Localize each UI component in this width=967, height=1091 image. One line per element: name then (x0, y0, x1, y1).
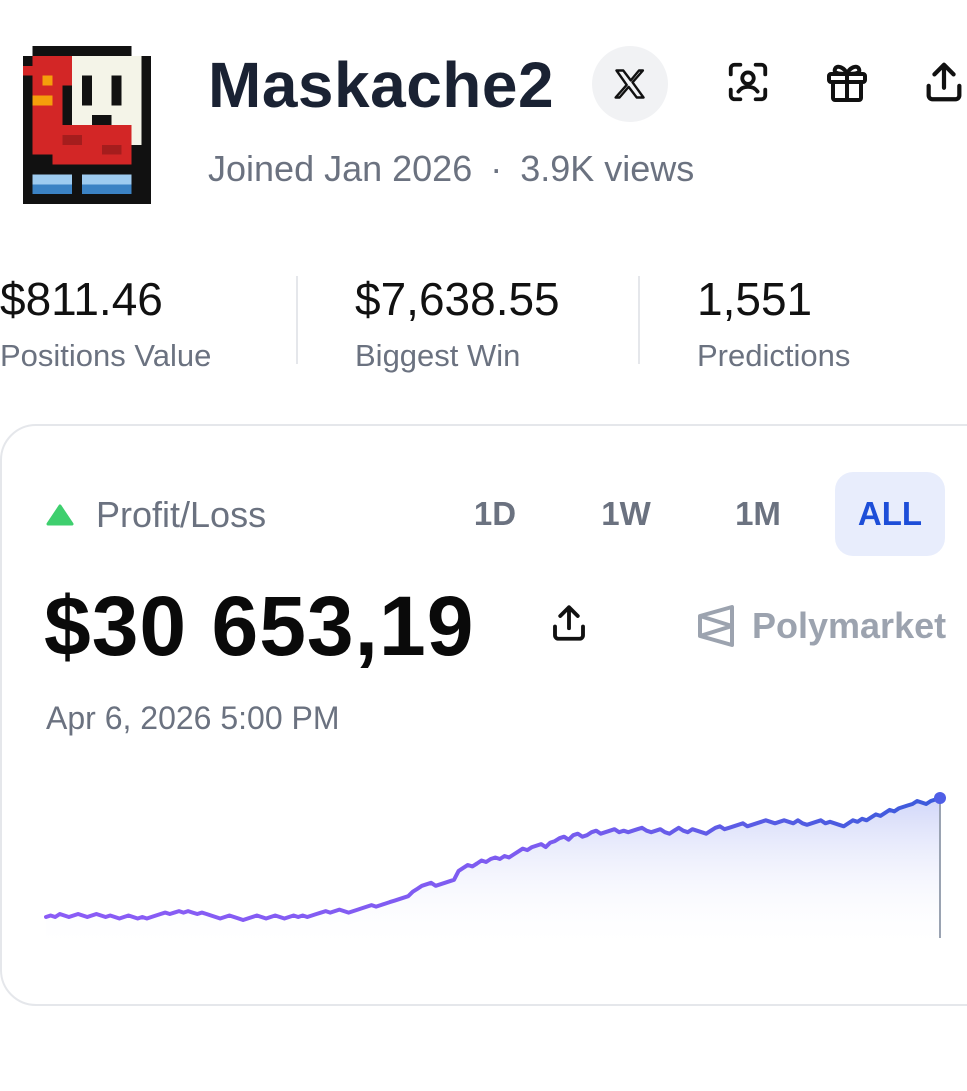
meta-separator: · (490, 148, 503, 189)
stat-biggest-win: $7,638.55 Biggest Win (355, 272, 560, 374)
polymarket-logo-icon (698, 605, 734, 647)
scan-profile-button[interactable] (722, 56, 774, 108)
username: Maskache2 (208, 49, 555, 121)
stat-value: $811.46 (0, 273, 163, 325)
stat-divider (638, 276, 640, 364)
gift-icon (827, 64, 867, 102)
chart-end-point (934, 792, 946, 804)
range-tab-all[interactable]: ALL (835, 472, 945, 556)
stat-divider (296, 276, 298, 364)
pnl-timestamp: Apr 6, 2026 5:00 PM (46, 700, 340, 736)
stat-label: Biggest Win (355, 338, 521, 373)
share-icon (926, 62, 962, 102)
trend-up-icon (46, 504, 74, 526)
gift-button[interactable] (821, 56, 873, 108)
stat-positions-value: $811.46 Positions Value (0, 272, 211, 374)
profit-loss-value: $30 653,19 (44, 579, 475, 673)
range-tab-1m[interactable]: 1M (718, 472, 798, 556)
avatar (22, 46, 152, 204)
stat-label: Positions Value (0, 338, 212, 373)
scan-profile-icon (728, 62, 768, 102)
profile-meta: Joined Jan 2026 · 3.9K views (208, 148, 694, 190)
range-tab-1d[interactable]: 1D (456, 472, 534, 556)
stat-value: $7,638.55 (355, 273, 560, 325)
x-profile-button[interactable] (592, 46, 668, 122)
x-logo-icon (614, 69, 645, 99)
stat-label: Predictions (697, 338, 851, 373)
range-tab-1w[interactable]: 1W (586, 472, 666, 556)
brand-name: Polymarket (752, 605, 947, 646)
joined-date: Joined Jan 2026 (208, 148, 473, 189)
share-profile-button[interactable] (918, 56, 967, 108)
profit-loss-chart[interactable] (44, 780, 948, 950)
polymarket-brand: Polymarket (696, 604, 946, 648)
share-pnl-button[interactable] (548, 602, 590, 649)
stat-predictions: 1,551 Predictions (697, 272, 850, 374)
stat-value: 1,551 (697, 273, 813, 325)
profit-loss-label: Profit/Loss (46, 494, 266, 536)
view-count: 3.9K views (520, 148, 695, 189)
share-icon (553, 605, 585, 641)
chart-area (46, 798, 940, 950)
profit-loss-title: Profit/Loss (96, 494, 267, 535)
